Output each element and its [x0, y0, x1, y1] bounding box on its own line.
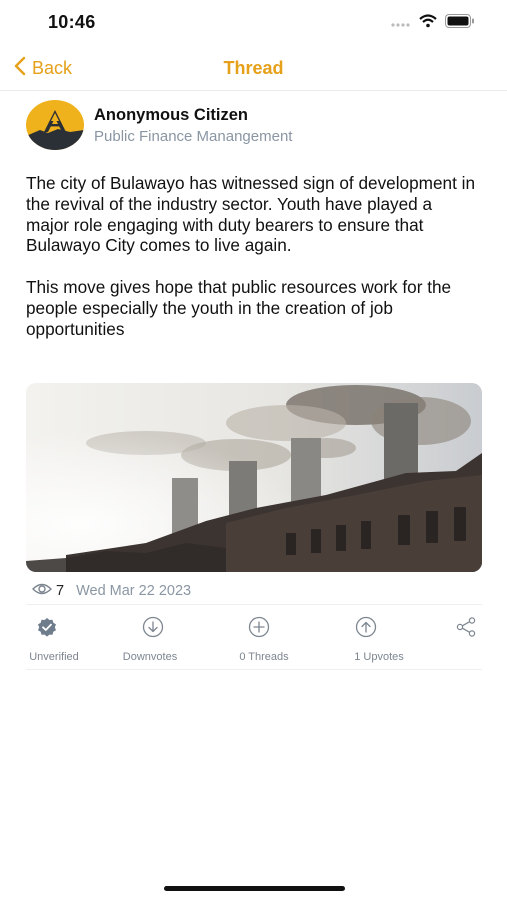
- post-image[interactable]: [26, 383, 482, 572]
- post-paragraph: This move gives hope that public resourc…: [26, 277, 452, 339]
- add-thread-icon[interactable]: [248, 616, 270, 638]
- threads-label: 0 Threads: [239, 651, 289, 663]
- view-count: 7: [56, 583, 65, 599]
- author-text: Anonymous Citizen Public Finance Manange…: [94, 106, 292, 145]
- signal-icon: [391, 15, 411, 33]
- status-time: 10:46: [48, 12, 96, 32]
- nav-bar: Back Thread: [0, 48, 507, 91]
- post-paragraph: The city of Bulawayo has witnessed sign …: [26, 173, 476, 256]
- nav-title: Thread: [223, 58, 284, 78]
- status-bar: 10:46: [0, 0, 507, 48]
- downvote-icon[interactable]: [142, 616, 164, 638]
- author-name[interactable]: Anonymous Citizen: [94, 106, 292, 125]
- post-date: Wed Mar 22 2023: [76, 583, 192, 599]
- status-icons: [391, 14, 475, 33]
- post-body: The city of Bulawayo has witnessed sign …: [26, 173, 476, 340]
- share-icon[interactable]: [455, 616, 477, 638]
- upvote-icon[interactable]: [355, 616, 377, 638]
- divider: [26, 604, 482, 605]
- eye-icon: [32, 582, 52, 600]
- author-header: Anonymous Citizen Public Finance Manange…: [26, 100, 292, 150]
- unverified-label: Unverified: [29, 651, 79, 663]
- avatar[interactable]: [26, 100, 84, 150]
- downvotes-label: Downvotes: [122, 651, 178, 663]
- upvotes-label: 1 Upvotes: [354, 651, 404, 663]
- author-organization: Public Finance Manangement: [94, 127, 293, 145]
- home-indicator[interactable]: [164, 886, 345, 891]
- post-meta: 7 Wed Mar 22 2023: [32, 582, 191, 600]
- divider: [26, 669, 482, 670]
- verified-badge-icon[interactable]: [36, 616, 58, 638]
- battery-icon: [445, 14, 475, 33]
- wifi-icon: [419, 14, 437, 33]
